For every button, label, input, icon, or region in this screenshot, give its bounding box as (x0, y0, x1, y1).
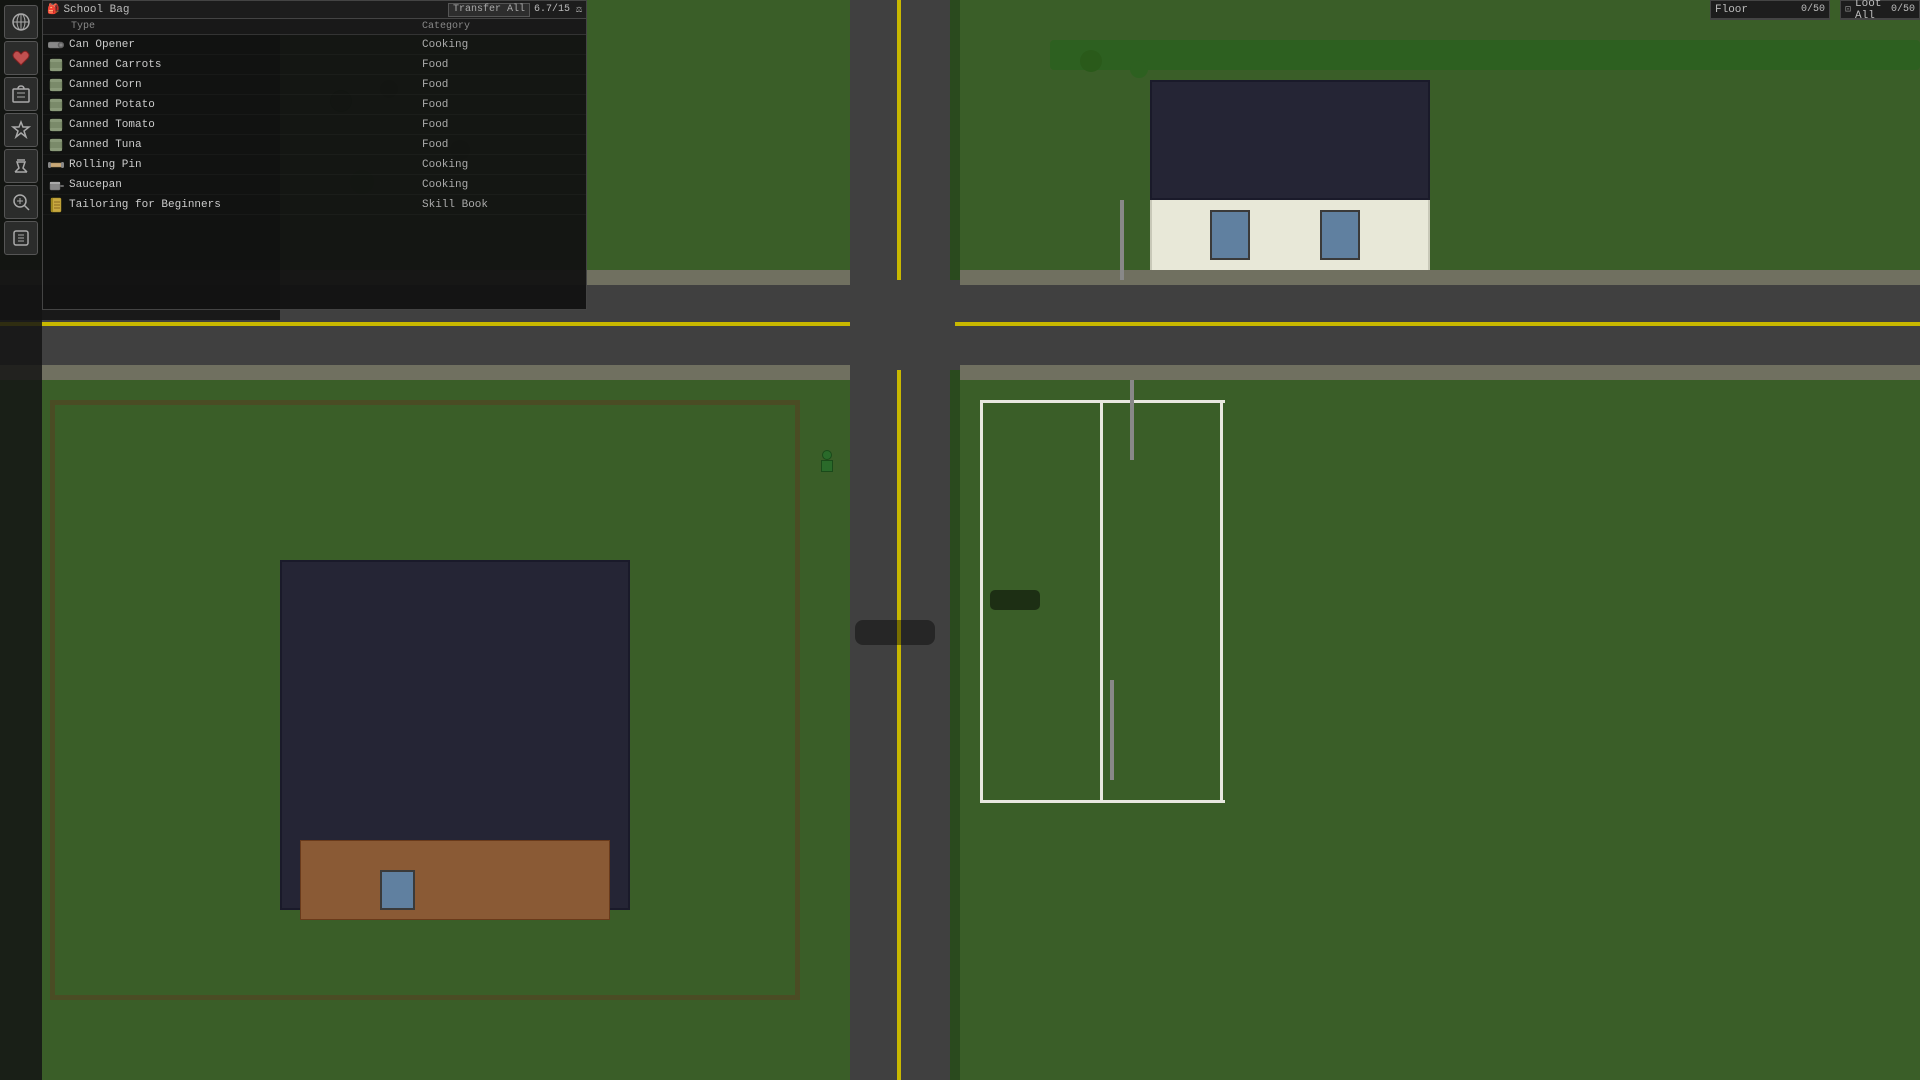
item-category-canned-tuna: Food (422, 139, 582, 151)
panel-header: Type Category (43, 19, 586, 35)
floor-title: Floor (1715, 4, 1797, 16)
item-row-saucepan[interactable]: Saucepan Cooking (43, 175, 586, 195)
item-category-rolling-pin: Cooking (422, 159, 582, 171)
toolbar-btn-inventory[interactable] (4, 77, 38, 111)
panel-title: School Bag (63, 4, 443, 16)
item-name-canned-tuna: Canned Tuna (69, 139, 422, 151)
item-row-can-opener[interactable]: Can Opener Cooking (43, 35, 586, 55)
item-category-canned-carrots: Food (422, 59, 582, 71)
road-line-h2 (955, 322, 1920, 326)
item-name-can-opener: Can Opener (69, 39, 422, 51)
sidewalk-top-right (960, 270, 1920, 285)
item-row-tailoring-book[interactable]: Tailoring for Beginners Skill Book (43, 195, 586, 215)
item-name-saucepan: Saucepan (69, 179, 422, 191)
toolbar-btn-health[interactable] (4, 41, 38, 75)
lamp-pole-3 (1110, 680, 1114, 780)
loot-titlebar: ⊡ Loot All 0/50 (1841, 1, 1919, 19)
weight-icon: ⚖ (576, 4, 582, 16)
player-character (820, 450, 834, 472)
item-category-canned-corn: Food (422, 79, 582, 91)
road-line-h1 (0, 322, 850, 326)
item-name-canned-carrots: Canned Carrots (69, 59, 422, 71)
item-category-canned-tomato: Food (422, 119, 582, 131)
hedge-top (1050, 40, 1920, 70)
transfer-all-button[interactable]: Transfer All (448, 3, 530, 17)
weight-display: 6.7/15 (534, 4, 570, 15)
header-type: Type (69, 21, 422, 32)
canned-carrots-icon (47, 56, 65, 74)
loot-icon: ⊡ (1845, 4, 1851, 16)
item-name-canned-potato: Canned Potato (69, 99, 422, 111)
panel-titlebar: 🎒 School Bag Transfer All 6.7/15 ⚖ (43, 1, 586, 19)
toolbar-btn-map[interactable] (4, 5, 38, 39)
can-opener-icon (47, 36, 65, 54)
fence-v3 (1220, 400, 1223, 800)
floor-count: 0/50 (1801, 4, 1825, 15)
floor-panel: Floor 0/50 (1710, 0, 1830, 20)
item-category-tailoring-book: Skill Book (422, 199, 582, 211)
toolbar-btn-zoom[interactable] (4, 185, 38, 219)
item-category-can-opener: Cooking (422, 39, 582, 51)
rolling-pin-icon (47, 156, 65, 174)
road-debris-1 (990, 590, 1040, 610)
fence-h-bottom (980, 800, 1225, 803)
toolbar-btn-debug[interactable] (4, 221, 38, 255)
item-name-tailoring-book: Tailoring for Beginners (69, 199, 422, 211)
canned-tuna-icon (47, 136, 65, 154)
tree-5 (1080, 50, 1102, 72)
item-name-canned-corn: Canned Corn (69, 79, 422, 91)
grass-bottom-right (960, 380, 1920, 1080)
fence-h-top (980, 400, 1225, 403)
lamp-pole-2 (1130, 380, 1134, 460)
bag-icon: 🎒 (47, 4, 59, 16)
item-row-canned-carrots[interactable]: Canned Carrots Food (43, 55, 586, 75)
item-list[interactable]: Can Opener Cooking Canned Carrots Food (43, 35, 586, 309)
tree-6 (1130, 60, 1148, 78)
loot-count: 0/50 (1891, 4, 1915, 15)
road-debris-2 (855, 620, 935, 645)
header-category: Category (422, 21, 582, 32)
house-bottom-left (280, 560, 630, 960)
inventory-panel: 🎒 School Bag Transfer All 6.7/15 ⚖ Type … (42, 0, 587, 310)
loot-panel: ⊡ Loot All 0/50 (1840, 0, 1920, 20)
saucepan-icon (47, 176, 65, 194)
toolbar-btn-skills[interactable] (4, 113, 38, 147)
toolbar (0, 0, 42, 1080)
fence-v2 (1100, 400, 1103, 800)
item-row-canned-tuna[interactable]: Canned Tuna Food (43, 135, 586, 155)
loot-title: Loot All (1855, 0, 1887, 22)
sidewalk-bottom-left (0, 365, 850, 380)
item-category-saucepan: Cooking (422, 179, 582, 191)
item-row-canned-tomato[interactable]: Canned Tomato Food (43, 115, 586, 135)
sidewalk-bottom-right (960, 365, 1920, 380)
toolbar-btn-crafting[interactable] (4, 149, 38, 183)
floor-titlebar: Floor 0/50 (1711, 1, 1829, 19)
item-row-canned-corn[interactable]: Canned Corn Food (43, 75, 586, 95)
house-top-right (1150, 80, 1430, 300)
road-line-v2 (897, 370, 901, 1080)
item-name-rolling-pin: Rolling Pin (69, 159, 422, 171)
item-category-canned-potato: Food (422, 99, 582, 111)
canned-corn-icon (47, 76, 65, 94)
item-row-rolling-pin[interactable]: Rolling Pin Cooking (43, 155, 586, 175)
item-name-canned-tomato: Canned Tomato (69, 119, 422, 131)
road-line-v1 (897, 0, 901, 280)
canned-tomato-icon (47, 116, 65, 134)
tailoring-book-icon (47, 196, 65, 214)
lamp-pole-1 (1120, 200, 1124, 280)
fence-v1 (980, 400, 983, 800)
item-row-canned-potato[interactable]: Canned Potato Food (43, 95, 586, 115)
canned-potato-icon (47, 96, 65, 114)
